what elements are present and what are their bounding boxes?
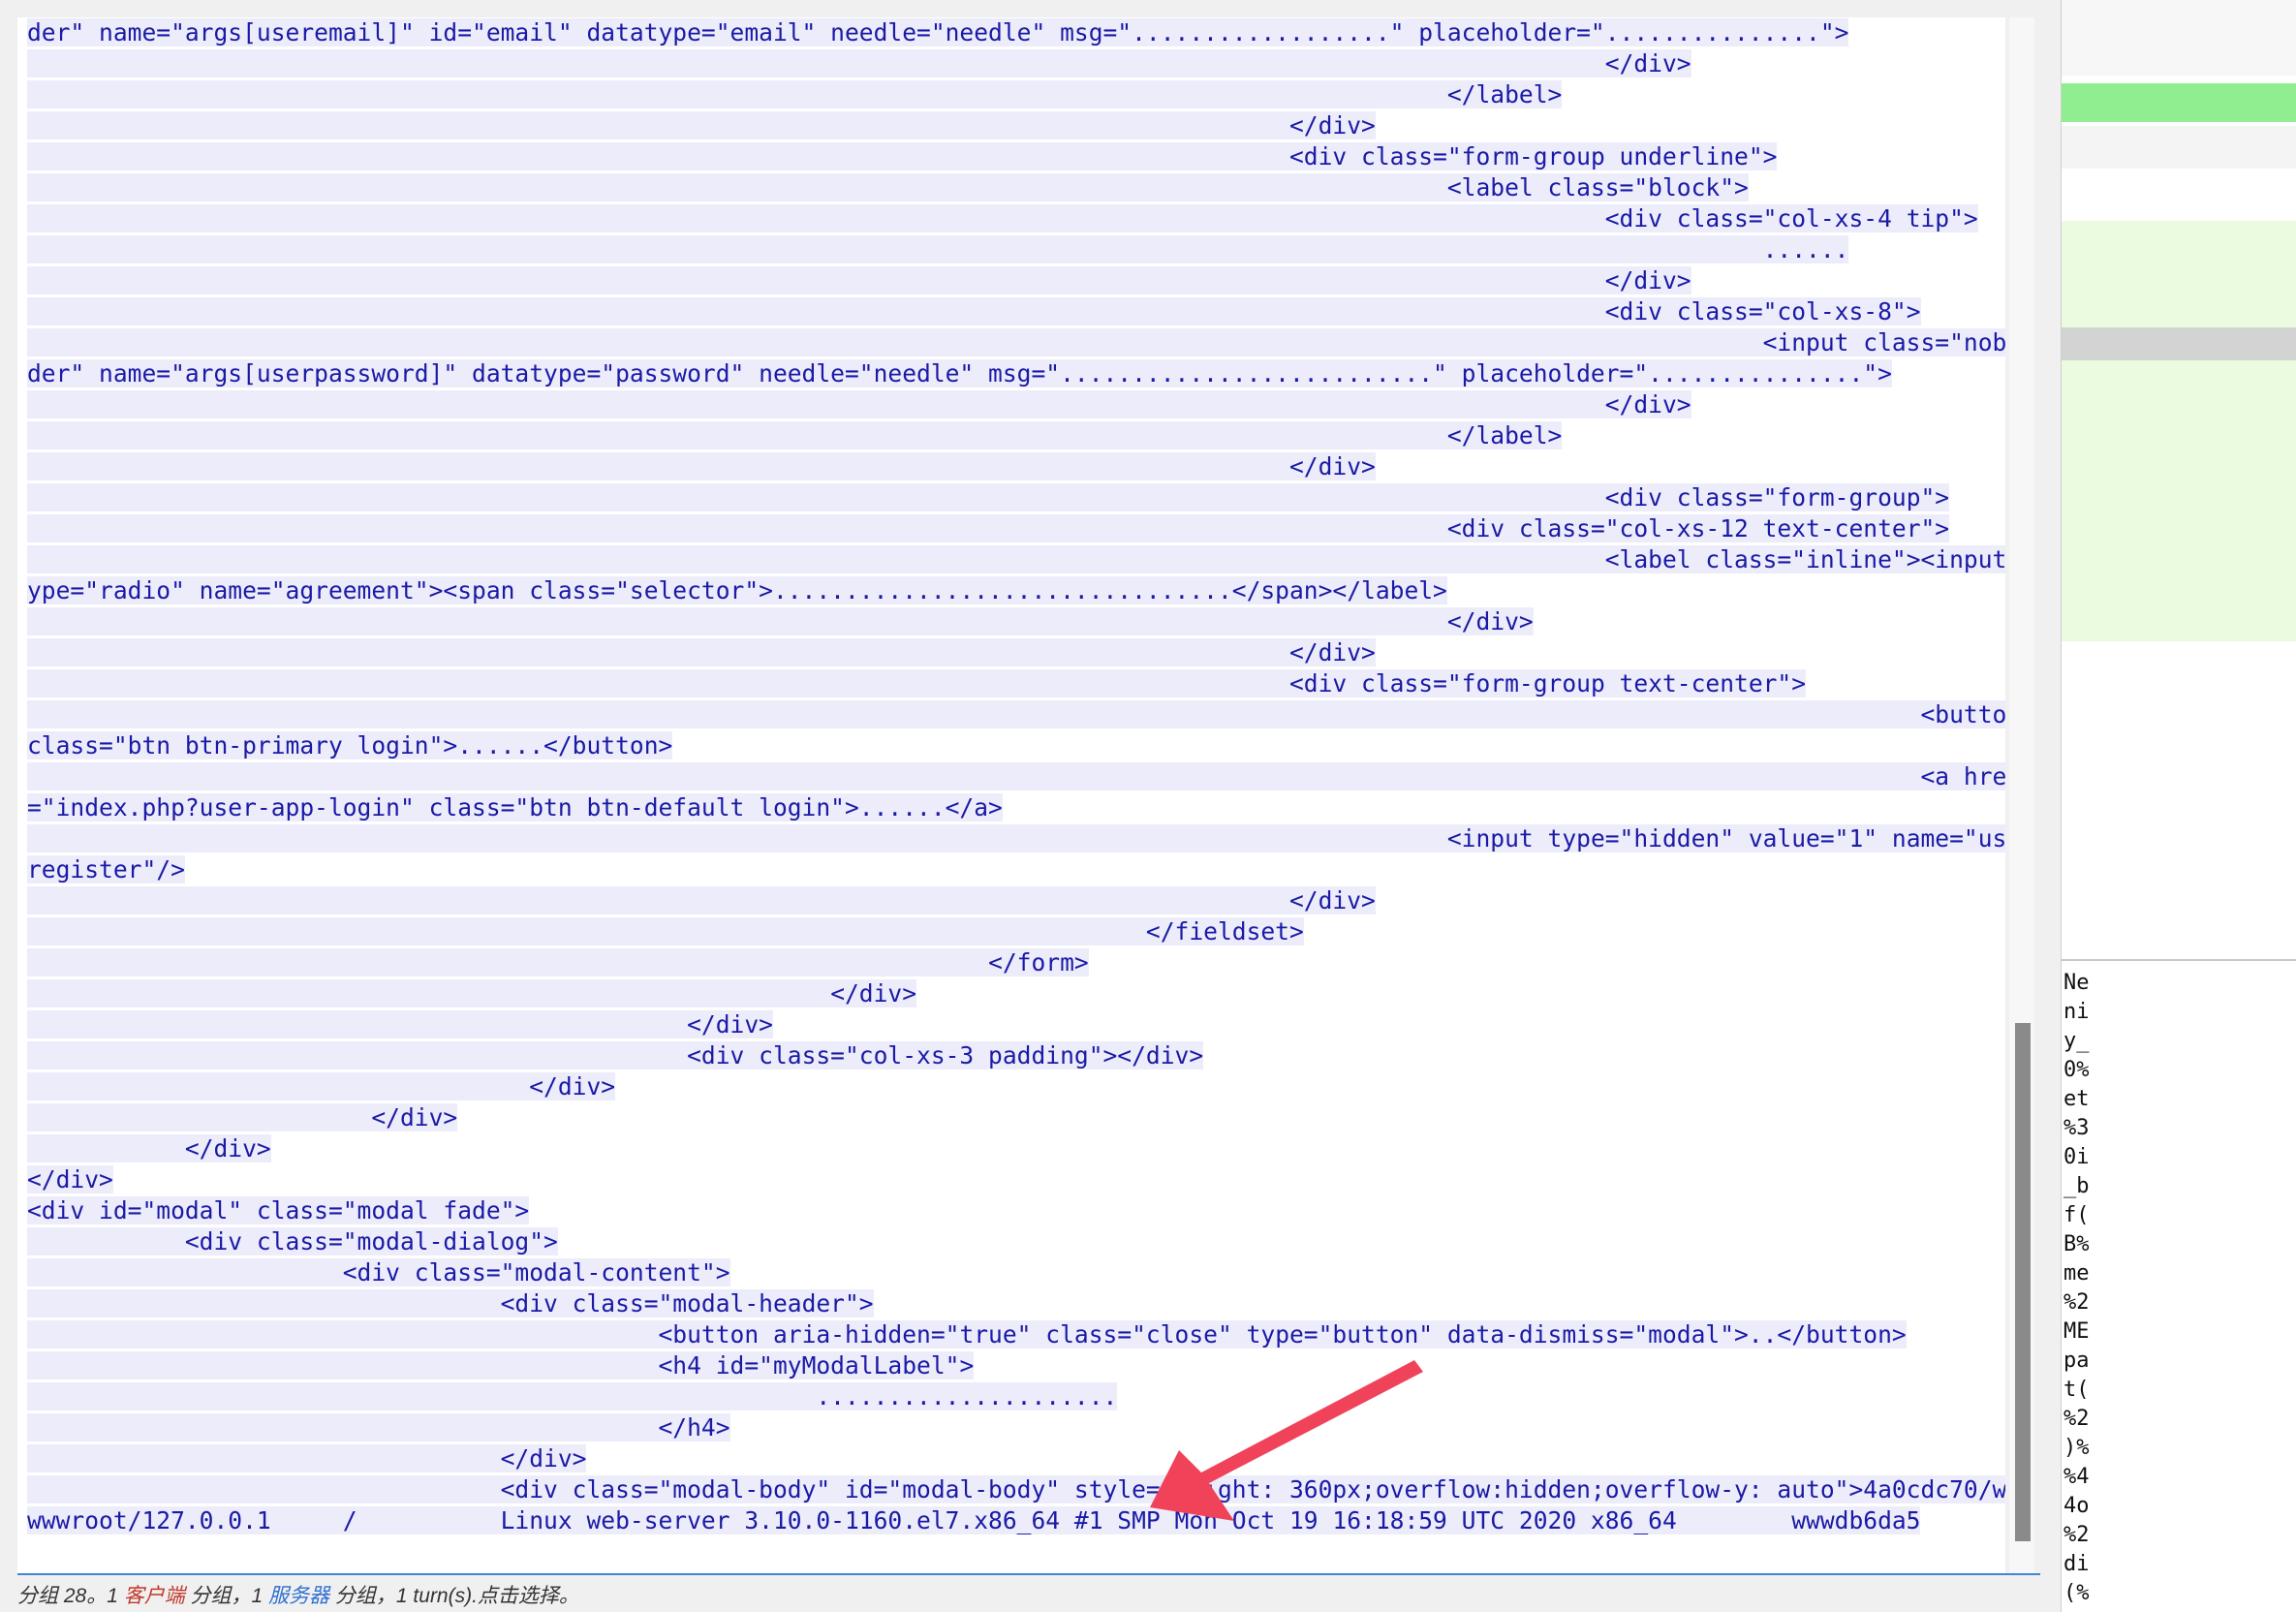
arrow-shape bbox=[1150, 1360, 1423, 1521]
annotation-arrow bbox=[1150, 1360, 1423, 1521]
